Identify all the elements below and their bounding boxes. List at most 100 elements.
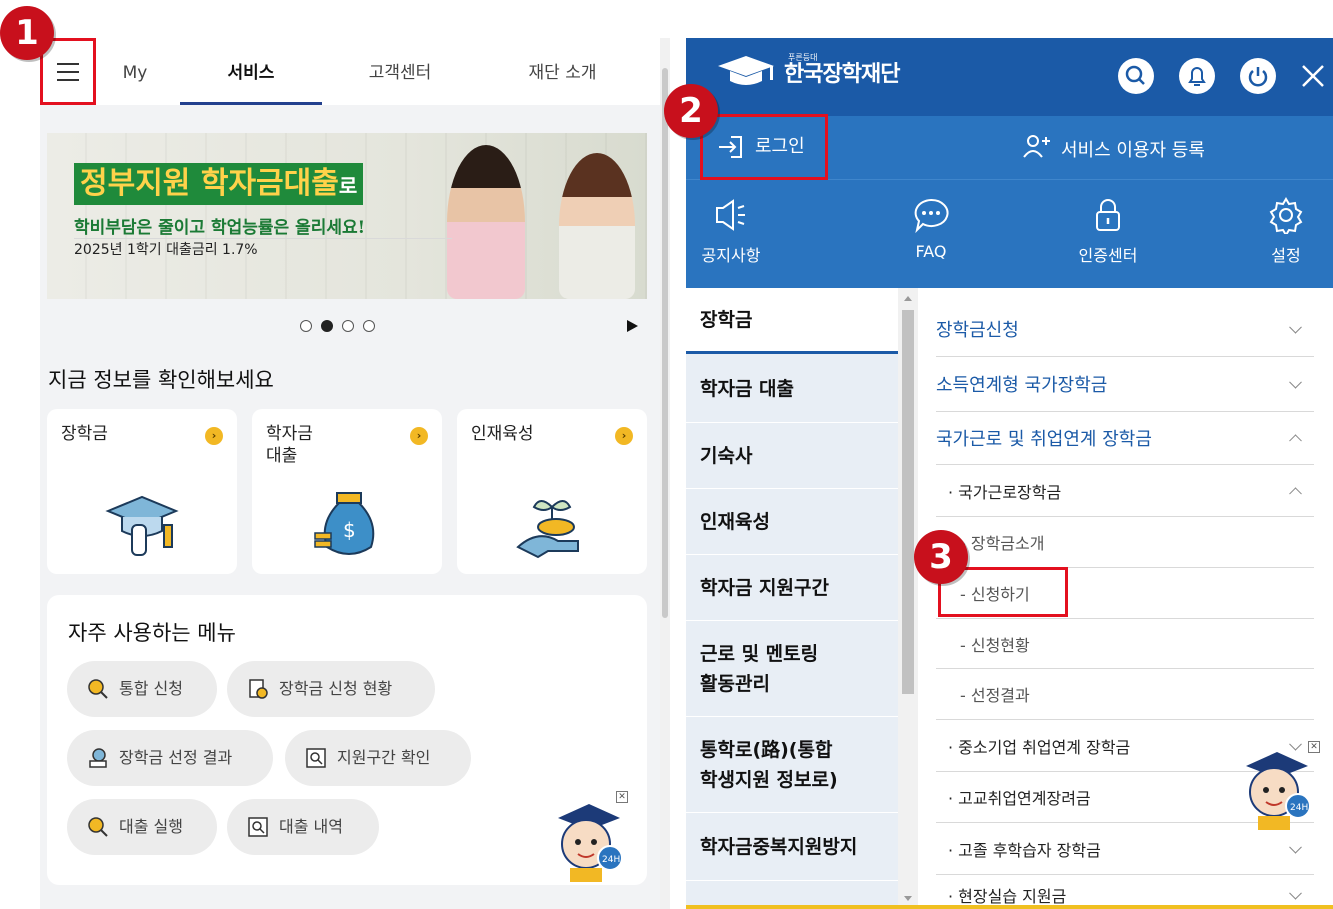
- frequent-loan-history[interactable]: 대출 내역: [227, 799, 379, 855]
- frequent-loan-execution[interactable]: 대출 실행: [67, 799, 217, 855]
- chatbot-mascot-icon[interactable]: 24H: [550, 800, 628, 884]
- submenu-selection-result[interactable]: - 선정결과: [936, 669, 1314, 720]
- svg-text:$: $: [343, 518, 356, 542]
- nav-scrollbar[interactable]: [898, 288, 918, 909]
- card-student-loan[interactable]: 학자금 대출 › $: [252, 409, 442, 574]
- card-label: 장학금: [61, 424, 108, 444]
- card-scholarship[interactable]: 장학금 ›: [47, 409, 237, 574]
- submenu-income-linked-scholarship[interactable]: 소득연계형 국가장학금: [936, 357, 1314, 412]
- chat-bubble-icon: [914, 198, 949, 234]
- nav-dormitory[interactable]: 기숙사: [686, 423, 898, 489]
- nav-tonghakro[interactable]: 통학로(路)(통합 학생지원 정보로): [686, 717, 898, 813]
- banner-title-suffix: 로: [338, 174, 358, 198]
- carousel-indicator: [300, 320, 375, 332]
- frequent-integrated-application[interactable]: 통합 신청: [67, 661, 217, 717]
- frequent-scholarship-result[interactable]: 장학금 선정 결과: [67, 730, 273, 786]
- category-nav: 장학금 학자금 대출 기숙사 인재육성 학자금 지원구간 근로 및 멘토링 활동…: [686, 288, 898, 909]
- card-label: 인재육성: [471, 424, 534, 444]
- nav-work-mentoring[interactable]: 근로 및 멘토링 활동관리: [686, 621, 898, 717]
- carousel-dot[interactable]: [363, 320, 375, 332]
- submenu-application-status[interactable]: - 신청현황: [936, 619, 1314, 669]
- document-clock-icon: [249, 679, 268, 699]
- power-icon[interactable]: [1240, 58, 1276, 94]
- pill-label: 지원구간 확인: [337, 748, 431, 767]
- award-medal-icon: [89, 748, 107, 768]
- submenu-scholarship-intro[interactable]: - 장학금소개: [936, 517, 1314, 568]
- scrollbar-thumb[interactable]: [662, 68, 668, 618]
- add-user-icon: [1023, 135, 1050, 158]
- frequent-menu-panel: 자주 사용하는 메뉴 통합 신청 장학금 신청 현황 장학금 선정 결과 지원구…: [47, 595, 647, 885]
- submenu-national-work-scholarship[interactable]: 국가근로 및 취업연계 장학금: [936, 412, 1314, 465]
- tab-customer-center[interactable]: 고객센터: [330, 38, 470, 105]
- carousel-dot[interactable]: [342, 320, 354, 332]
- nav-student-loan[interactable]: 학자금 대출: [686, 356, 898, 423]
- search-document-icon: [306, 748, 326, 768]
- frequent-menu-title: 자주 사용하는 메뉴: [68, 621, 236, 645]
- register-user-button[interactable]: 서비스 이용자 등록: [1021, 135, 1205, 162]
- nav-scholarship[interactable]: 장학금: [686, 288, 898, 354]
- chatbot-mascot-icon[interactable]: 24H: [1238, 748, 1316, 832]
- submenu-label: · 국가근로장학금: [948, 482, 1062, 502]
- submenu-field-training-grant[interactable]: · 현장실습 지원금: [936, 875, 1314, 909]
- quick-faq[interactable]: FAQ: [886, 196, 976, 261]
- tab-service[interactable]: 서비스: [180, 38, 322, 105]
- card-talent-development[interactable]: 인재육성 ›: [457, 409, 647, 574]
- quick-label: FAQ: [915, 242, 947, 261]
- kosaf-logo[interactable]: 푸른등대 한국장학재단: [716, 53, 900, 90]
- scroll-up-arrow-icon[interactable]: [904, 296, 912, 301]
- page-scrollbar[interactable]: [660, 38, 670, 909]
- login-button[interactable]: 로그인: [700, 114, 828, 180]
- scrollbar-thumb[interactable]: [902, 310, 914, 694]
- close-icon[interactable]: [1298, 58, 1328, 94]
- quick-notice[interactable]: 공지사항: [686, 196, 776, 266]
- student-female-image: [559, 153, 635, 299]
- register-label: 서비스 이용자 등록: [1061, 140, 1205, 161]
- chevron-right-icon: ›: [615, 427, 633, 445]
- search-icon[interactable]: [1118, 58, 1154, 94]
- promo-banner[interactable]: 정부지원 학자금대출로 학비부담은 줄이고 학업능률은 올리세요! 2025년 …: [47, 133, 647, 299]
- frequent-scholarship-status[interactable]: 장학금 신청 현황: [227, 661, 435, 717]
- submenu-label: - 신청현황: [960, 635, 1030, 655]
- bottom-accent-bar: [686, 905, 1333, 909]
- mobile-service-page: My 서비스 고객센터 재단 소개 정부지원 학자금대출로 학비부담은 줄이고 …: [40, 38, 670, 909]
- tab-about-foundation[interactable]: 재단 소개: [490, 38, 635, 105]
- tab-my[interactable]: My: [100, 38, 170, 105]
- menu-header: 푸른등대 한국장학재단: [686, 38, 1333, 116]
- menu-line: [57, 62, 79, 65]
- submenu-label: · 고교취업연계장려금: [948, 789, 1091, 808]
- nav-support-tier[interactable]: 학자금 지원구간: [686, 555, 898, 621]
- step-badge-2: 2: [664, 84, 718, 138]
- step-badge-3: 3: [914, 530, 968, 584]
- login-label: 로그인: [755, 136, 805, 157]
- submenu-scholarship-apply[interactable]: 장학금신청: [936, 302, 1314, 357]
- bell-icon[interactable]: [1179, 58, 1215, 94]
- chevron-up-icon: [1289, 434, 1302, 448]
- nav-duplicate-support-prevention[interactable]: 학자금중복지원방지: [686, 813, 898, 881]
- nav-talent-development[interactable]: 인재육성: [686, 489, 898, 555]
- quick-label: 설정: [1271, 246, 1301, 265]
- magnifier-person-icon: [88, 817, 108, 837]
- pill-label: 대출 실행: [119, 817, 183, 836]
- step-badge-1: 1: [0, 6, 54, 60]
- search-document-icon: [248, 817, 268, 837]
- chevron-down-icon: [1289, 840, 1302, 854]
- submenu-national-work-study[interactable]: · 국가근로장학금: [936, 465, 1314, 517]
- carousel-play-icon[interactable]: [627, 320, 638, 332]
- banner-title-main: 정부지원 학자금대출: [80, 166, 339, 201]
- quick-settings[interactable]: 설정: [1241, 196, 1331, 266]
- banner-title: 정부지원 학자금대출로: [74, 163, 364, 205]
- full-menu-panel: 푸른등대 한국장학재단 로그인 서비스 이용자 등록 공지사항 FAQ 인증센터…: [686, 38, 1333, 909]
- scroll-down-arrow-icon[interactable]: [904, 896, 912, 901]
- quick-certification-center[interactable]: 인증센터: [1063, 196, 1153, 266]
- carousel-dot[interactable]: [300, 320, 312, 332]
- svg-text:24H: 24H: [1290, 803, 1308, 813]
- carousel-dot-active[interactable]: [321, 320, 333, 332]
- student-male-image: [447, 145, 525, 299]
- sprout-hand-icon: [516, 500, 579, 559]
- card-label: 학자금 대출: [266, 424, 313, 466]
- logo-tagline: 푸른등대: [788, 53, 818, 62]
- magnifier-badge-icon: [88, 679, 108, 699]
- megaphone-icon: [716, 199, 745, 231]
- frequent-support-tier-check[interactable]: 지원구간 확인: [285, 730, 471, 786]
- submenu-label: 소득연계형 국가장학금: [936, 375, 1108, 396]
